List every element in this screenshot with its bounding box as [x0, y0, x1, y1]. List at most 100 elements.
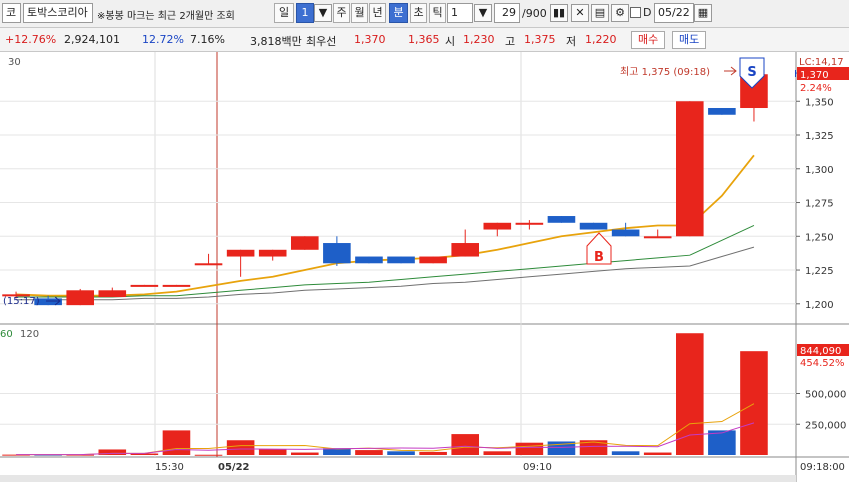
- high-label: 고: [505, 35, 516, 48]
- d-checkbox-label: D: [643, 6, 652, 19]
- candle-body[interactable]: [323, 243, 351, 264]
- chevron-down-icon[interactable]: ▼: [474, 4, 492, 22]
- low-annotation: (15:17): [3, 296, 40, 307]
- stock-name-field[interactable]: 토박스코리아: [23, 3, 93, 23]
- buy-button[interactable]: 매수: [631, 31, 666, 49]
- buy-marker-label: B: [594, 250, 604, 265]
- price-ma-label: 30: [8, 57, 21, 68]
- volume-bar[interactable]: [740, 351, 768, 455]
- y-tick-label: 1,350: [805, 97, 834, 108]
- volume-bar[interactable]: [290, 452, 319, 455]
- current-change-tag: 2.24%: [800, 83, 832, 94]
- candle-body[interactable]: [643, 236, 672, 239]
- low-price: 1,220: [585, 33, 617, 46]
- interval-input[interactable]: 1: [447, 3, 473, 23]
- candle-body[interactable]: [483, 222, 512, 230]
- period-year-button[interactable]: 년: [369, 3, 386, 23]
- volume-tick-label: 250,000: [805, 420, 846, 431]
- y-tick-label: 1,325: [805, 131, 834, 142]
- volume-bar[interactable]: [162, 430, 191, 455]
- period-tick-button[interactable]: 틱: [429, 3, 446, 23]
- volume-bar[interactable]: [483, 451, 512, 455]
- x-label-0910: 09:10: [523, 462, 552, 473]
- ask-price: 1,370: [354, 33, 386, 46]
- candle-body[interactable]: [66, 290, 95, 306]
- period-value-select[interactable]: 1: [296, 3, 314, 23]
- calendar-icon[interactable]: ▦: [694, 4, 712, 22]
- candle-body[interactable]: [708, 108, 736, 115]
- candle-body[interactable]: [194, 263, 223, 266]
- candle-body[interactable]: [675, 101, 704, 237]
- price-volume-chart[interactable]: 1,200 1,225 1,250 1,275 1,300 1,325 1,350 250,0…: [0, 52, 849, 482]
- candle-body[interactable]: [419, 256, 447, 264]
- volume-bar[interactable]: [643, 452, 672, 455]
- lc-label: LC:14,17: [799, 57, 844, 68]
- volume-bar[interactable]: [451, 434, 480, 455]
- period-week-button[interactable]: 주: [333, 3, 350, 23]
- volume-value: 2,924,101: [64, 33, 120, 46]
- trade-amount: 3,818백만: [250, 35, 302, 48]
- volume-pct-tag: 454.52%: [800, 358, 845, 369]
- period-day-label[interactable]: 일: [274, 3, 294, 23]
- candle-body[interactable]: [355, 256, 383, 264]
- volume-tick-label: 500,000: [805, 390, 846, 401]
- line-tool-icon[interactable]: ✕: [571, 4, 589, 22]
- candle-body[interactable]: [290, 236, 319, 250]
- bid-price: 1,365: [408, 33, 440, 46]
- chevron-down-icon[interactable]: ▼: [314, 4, 332, 22]
- current-price-tag: 1,370: [800, 70, 829, 81]
- volume-bar[interactable]: [387, 451, 415, 455]
- count-current-field[interactable]: 29: [494, 3, 520, 23]
- candle-body[interactable]: [387, 256, 415, 264]
- volume-ma-label-long: 120: [20, 329, 39, 340]
- time-tag: 09:18:00: [800, 462, 845, 473]
- gear-icon[interactable]: ⚙: [611, 4, 629, 22]
- date-input[interactable]: 05/22: [654, 3, 694, 23]
- period-month-button[interactable]: 월: [351, 3, 368, 23]
- volume-bar[interactable]: [708, 430, 736, 455]
- volume-bar[interactable]: [194, 454, 223, 456]
- volume-bar[interactable]: [355, 450, 383, 455]
- volume-bar[interactable]: [675, 333, 704, 455]
- y-tick-label: 1,200: [805, 300, 834, 311]
- candle-body[interactable]: [611, 229, 640, 237]
- period-minute-button[interactable]: 분: [389, 3, 408, 23]
- period-second-button[interactable]: 초: [410, 3, 427, 23]
- candle-body[interactable]: [451, 243, 480, 257]
- chart-scrollbar[interactable]: [0, 475, 796, 482]
- market-code-field[interactable]: 코: [2, 3, 21, 23]
- candle-body[interactable]: [515, 222, 544, 225]
- candle-body[interactable]: [226, 249, 255, 257]
- candle-body[interactable]: [162, 284, 191, 287]
- best-bid-label: 최우선: [306, 35, 337, 48]
- volume-bar[interactable]: [258, 449, 287, 455]
- x-label-date: 05/22: [218, 462, 250, 473]
- chart-toolbar: 코 토박스코리아 ※봉봉 마크는 최근 2개월만 조회 일 1 ▼ 주 월 년 …: [0, 0, 849, 28]
- sell-button[interactable]: 매도: [672, 31, 707, 49]
- high-annotation: 최고 1,375 (09:18): [620, 66, 710, 78]
- y-tick-label: 1,300: [805, 165, 834, 176]
- volume-bar[interactable]: [226, 440, 255, 455]
- count-total-text: /900: [522, 7, 547, 20]
- low-label: 저: [566, 35, 577, 48]
- y-tick-label: 1,225: [805, 266, 834, 277]
- volume-pct: 7.16%: [190, 33, 225, 46]
- save-icon[interactable]: ▤: [591, 4, 609, 22]
- candle-body[interactable]: [98, 290, 127, 298]
- open-label: 시: [445, 35, 456, 48]
- x-label-1530: 15:30: [155, 462, 184, 473]
- d-checkbox[interactable]: [630, 7, 641, 18]
- candle-body[interactable]: [579, 222, 608, 230]
- candle-body[interactable]: [130, 284, 159, 287]
- candle-body[interactable]: [547, 216, 576, 223]
- candle-body[interactable]: [258, 249, 287, 257]
- turnover-pct: 12.72%: [142, 33, 184, 46]
- volume-bar[interactable]: [419, 451, 447, 455]
- high-price: 1,375: [524, 33, 556, 46]
- change-pct: +12.76%: [5, 33, 57, 46]
- y-tick-label: 1,275: [805, 199, 834, 210]
- volume-bar[interactable]: [611, 451, 640, 455]
- candle-settings-icon[interactable]: ▮▮: [550, 4, 568, 22]
- volume-tag: 844,090: [800, 346, 841, 357]
- volume-bar[interactable]: [515, 442, 544, 455]
